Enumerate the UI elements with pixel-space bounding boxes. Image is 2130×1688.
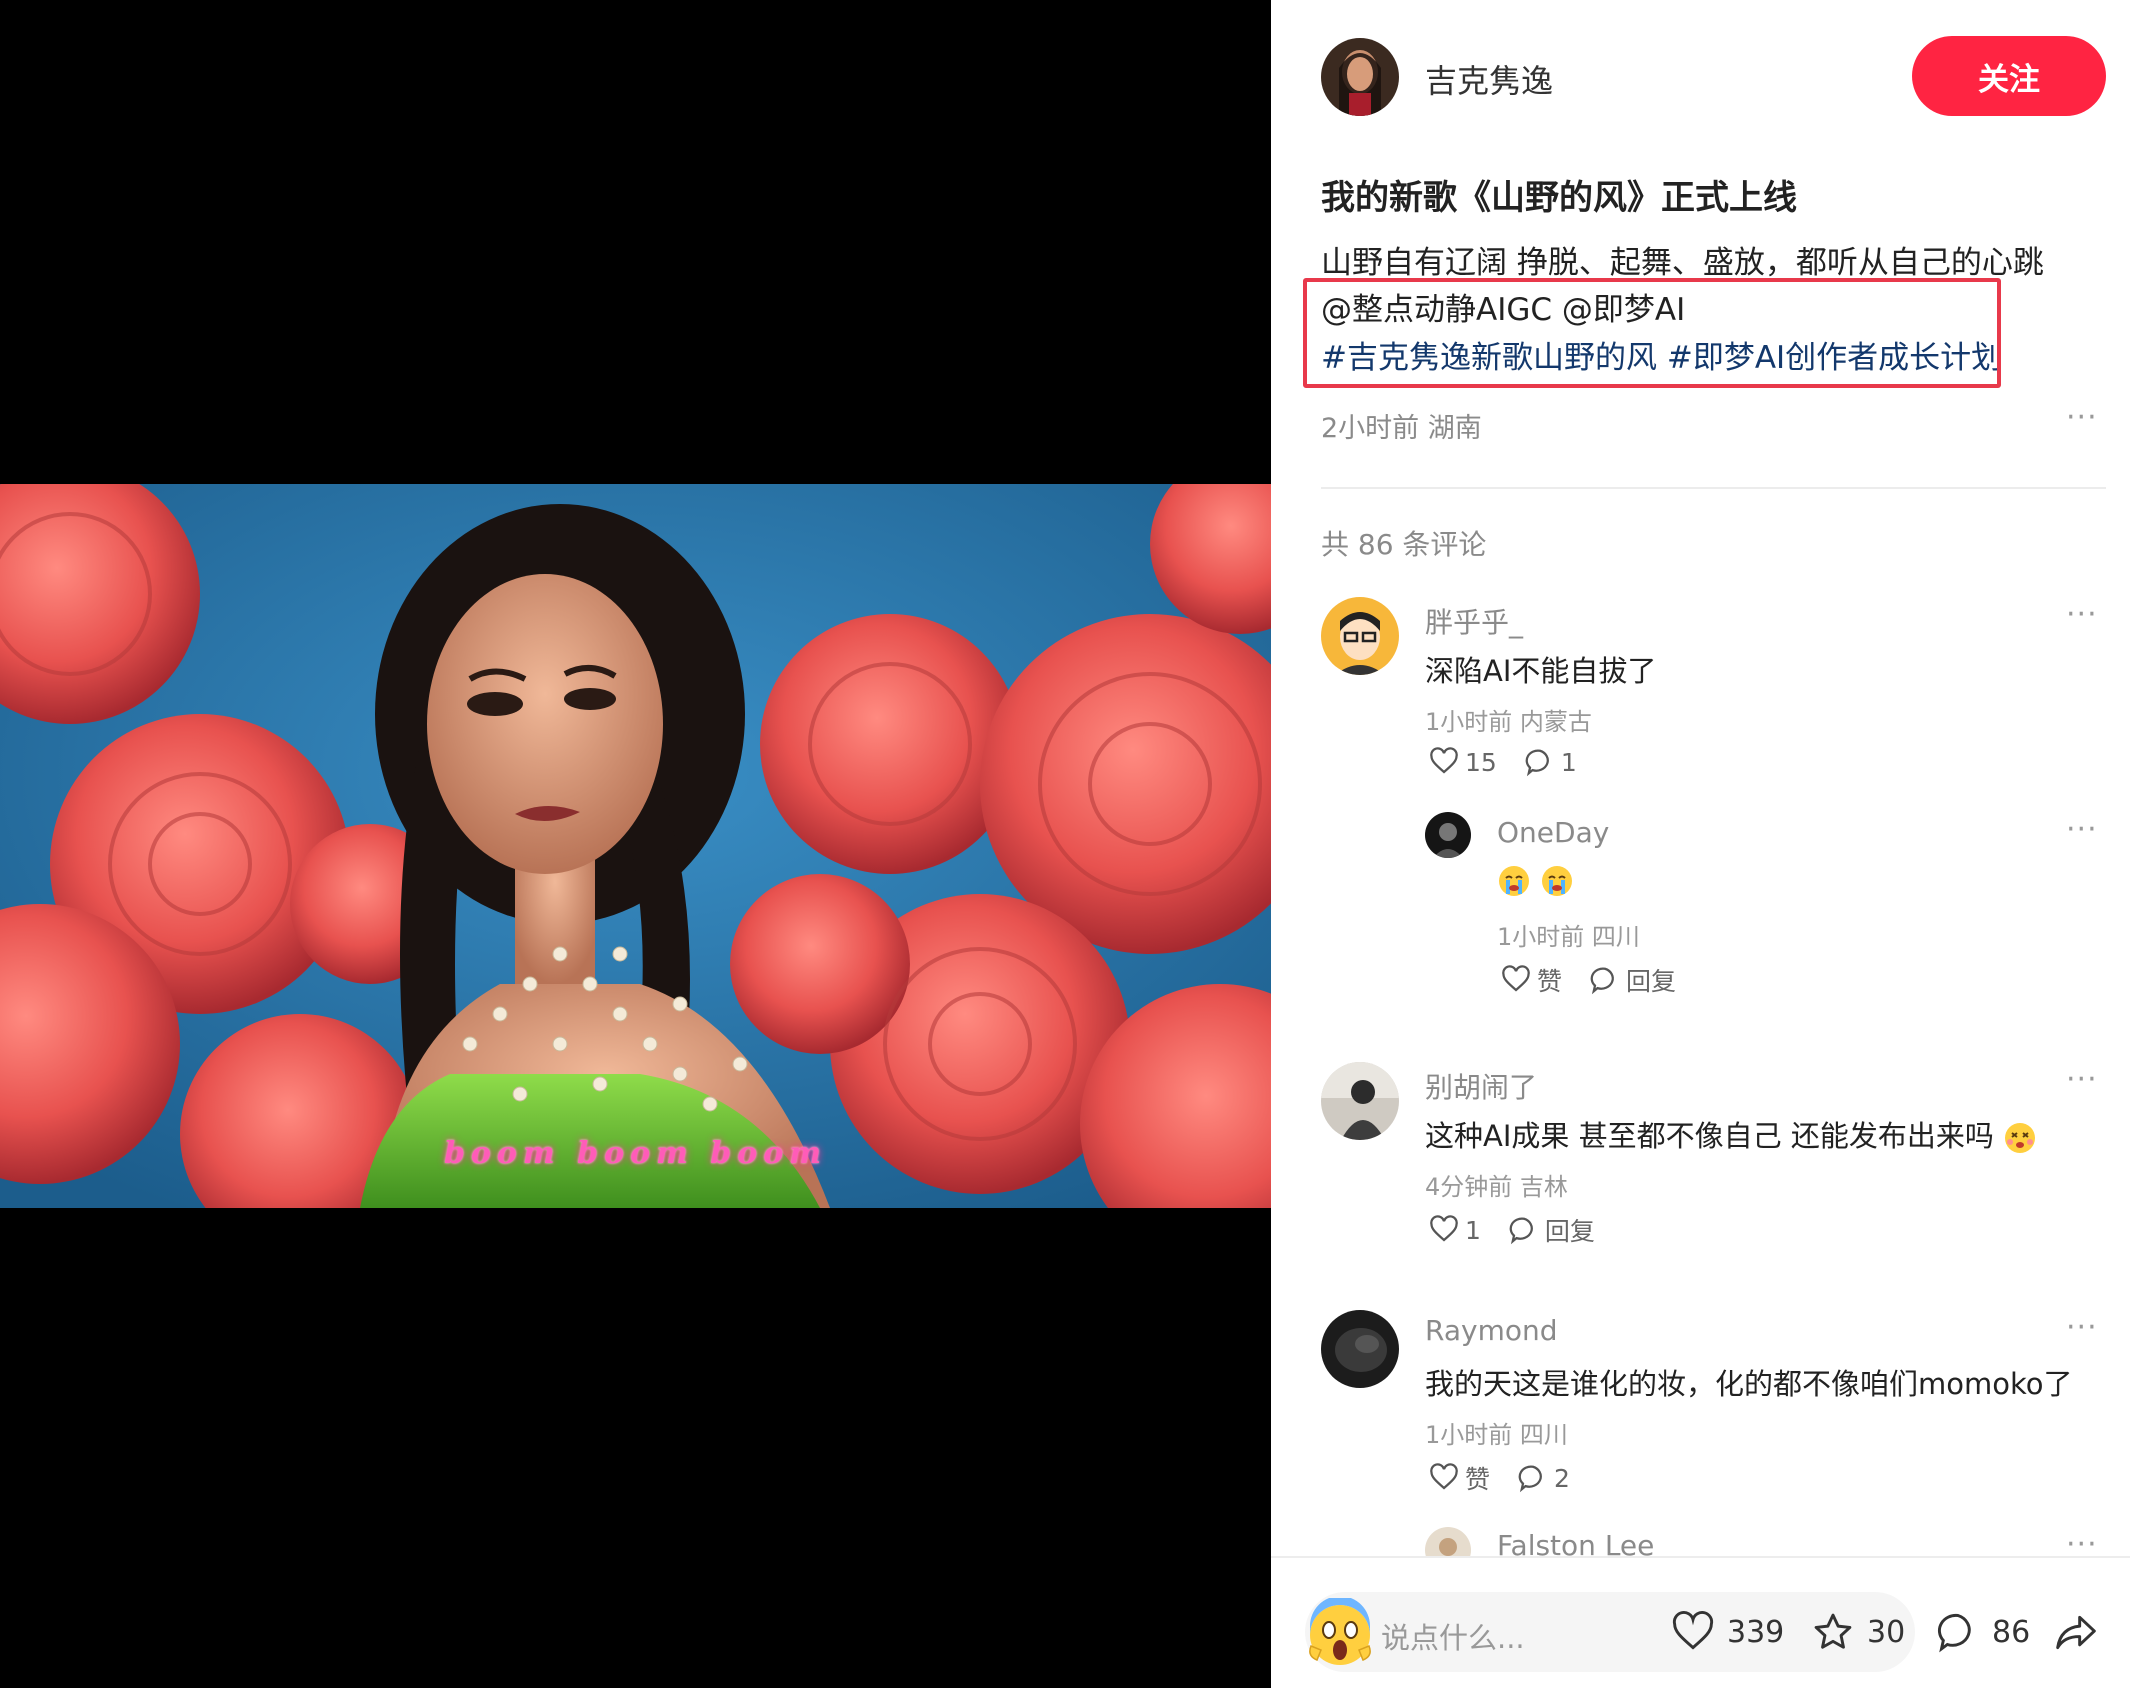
divider	[1271, 1556, 2130, 1558]
comment-meta: 1小时前 四川	[1497, 923, 1640, 951]
reply-button[interactable]: 2	[1518, 1463, 1570, 1493]
post-collect-count: 30	[1867, 1614, 1906, 1650]
post-panel: 吉克隽逸 关注 我的新歌《山野的风》正式上线 山野自有辽阔 挣脱、起舞、盛放，都…	[1271, 0, 2130, 1688]
post-comment-count: 86	[1992, 1614, 2031, 1650]
heart-icon	[1502, 965, 1530, 992]
comment-text: 我的天这是谁化的妆，化的都不像咱们momoko了	[1425, 1367, 2073, 1401]
comment-bubble-icon	[1518, 1465, 1542, 1493]
more-options-icon[interactable]: ···	[2066, 1062, 2098, 1097]
reply-label: 回复	[1544, 1217, 1595, 1246]
comment-bubble-icon	[1938, 1613, 1971, 1653]
author-name[interactable]: 吉克隽逸	[1425, 56, 1553, 102]
more-options-icon[interactable]: ···	[2066, 597, 2098, 632]
heart-icon	[1672, 1610, 1714, 1650]
comment-actions: 赞 2	[1429, 1460, 1598, 1496]
comment-text: 这种AI成果 甚至都不像自己 还能发布出来吗	[1425, 1119, 1994, 1153]
screaming-face-emoji-icon	[1309, 1598, 1371, 1665]
commenter-name[interactable]: OneDay	[1497, 816, 1609, 849]
commenter-avatar[interactable]	[1425, 812, 1471, 858]
heart-icon	[1430, 1215, 1458, 1242]
heart-icon	[1430, 747, 1458, 774]
commenter-name[interactable]: 别胡闹了	[1425, 1066, 1537, 1106]
comment-meta: 1小时前 内蒙古	[1425, 708, 1592, 736]
reply-button[interactable]: 回复	[1509, 1212, 1595, 1248]
crying-emoji-icon	[1542, 866, 1573, 896]
post-description: 山野自有辽阔 挣脱、起舞、盛放，都听从自己的心跳	[1321, 245, 2044, 281]
post-title: 我的新歌《山野的风》正式上线	[1321, 178, 1797, 218]
post-like-button[interactable]: 339	[1671, 1610, 1784, 1654]
star-icon	[1814, 1613, 1852, 1649]
like-label: 赞	[1537, 967, 1563, 996]
post-comment-button[interactable]: 86	[1936, 1610, 2030, 1654]
commenter-name[interactable]: 胖乎乎_	[1425, 601, 1523, 641]
video-frame[interactable]: boom boom boom	[0, 484, 1271, 1208]
commenter-avatar[interactable]	[1321, 1310, 1399, 1388]
comment-actions: 赞 回复	[1501, 962, 1704, 998]
reply-button[interactable]: 回复	[1590, 962, 1676, 998]
share-icon	[2056, 1615, 2096, 1650]
like-button[interactable]: 赞	[1501, 962, 1562, 998]
heart-icon	[1430, 1463, 1458, 1490]
comment-meta: 1小时前 四川	[1425, 1421, 1568, 1449]
share-button[interactable]	[2054, 1610, 2110, 1654]
like-count: 15	[1465, 747, 1497, 777]
post-collect-button[interactable]: 30	[1811, 1610, 1905, 1654]
video-caption: boom boom boom	[443, 1136, 828, 1171]
like-button[interactable]: 1	[1429, 1215, 1481, 1245]
comment-text: 深陷AI不能自拔了	[1425, 654, 1657, 688]
comment-bubble-icon	[1525, 749, 1549, 777]
like-button[interactable]: 赞	[1429, 1460, 1490, 1496]
comment-text-row: 这种AI成果 甚至都不像自己 还能发布出来吗	[1425, 1113, 2037, 1155]
post-meta: 2小时前 湖南	[1321, 413, 1482, 444]
comment-count: 共 86 条评论	[1321, 528, 1487, 561]
follow-button[interactable]: 关注	[1912, 36, 2106, 116]
crying-emoji-icon	[1499, 866, 1529, 896]
reply-label: 回复	[1626, 967, 1677, 996]
author-avatar[interactable]	[1321, 38, 1399, 116]
commenter-avatar[interactable]	[1321, 597, 1399, 675]
more-options-icon[interactable]: ···	[2066, 1310, 2098, 1345]
like-count: 1	[1465, 1215, 1481, 1245]
post-like-count: 339	[1727, 1614, 1785, 1650]
dizzy-face-emoji-icon	[2005, 1123, 2036, 1153]
comment-actions: 1 回复	[1429, 1212, 1623, 1248]
video-still-image	[0, 484, 1271, 1208]
reply-count: 1	[1560, 747, 1577, 777]
comment-actions: 15 1	[1429, 747, 1605, 777]
reply-button[interactable]: 1	[1525, 747, 1577, 777]
comment-bubble-icon	[1590, 967, 1614, 995]
highlight-annotation-box	[1303, 278, 2001, 388]
like-label: 赞	[1465, 1465, 1491, 1494]
media-viewer[interactable]: boom boom boom	[0, 0, 1271, 1688]
divider	[1321, 487, 2106, 489]
like-button[interactable]: 15	[1429, 747, 1497, 777]
commenter-name[interactable]: Raymond	[1425, 1314, 1558, 1347]
comment-emoji-text	[1497, 862, 1574, 898]
comment-meta: 4分钟前 吉林	[1425, 1173, 1568, 1201]
comment-input-placeholder[interactable]: 说点什么...	[1381, 1615, 1525, 1657]
more-options-icon[interactable]: ···	[2066, 400, 2098, 435]
reply-count: 2	[1554, 1463, 1570, 1493]
more-options-icon[interactable]: ···	[2066, 812, 2098, 847]
commenter-avatar[interactable]	[1321, 1062, 1399, 1140]
comment-bubble-icon	[1509, 1217, 1533, 1245]
